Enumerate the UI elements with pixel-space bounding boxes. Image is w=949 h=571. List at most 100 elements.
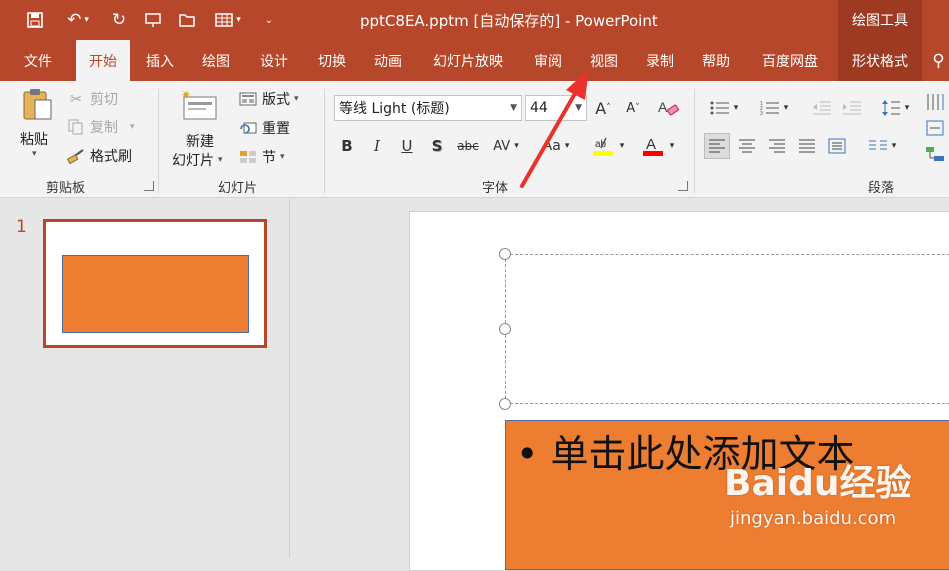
section-button[interactable]: 节 ▾ — [238, 147, 285, 167]
strikethrough-button[interactable]: abc — [454, 133, 482, 159]
font-name-dropdown-icon[interactable]: ▼ — [510, 103, 517, 113]
svg-text:3: 3 — [760, 111, 763, 116]
align-center-icon[interactable] — [734, 133, 760, 159]
cut-label: 剪切 — [90, 92, 118, 108]
tab-review[interactable]: 审阅 — [522, 40, 574, 81]
customize-icon[interactable]: ⌄ — [258, 8, 280, 32]
increase-indent-icon[interactable] — [840, 95, 864, 121]
ribbon-tabs: 文件 开始 插入 绘图 设计 切换 动画 幻灯片放映 审阅 视图 录制 帮助 百… — [0, 40, 949, 81]
new-slide-line1[interactable]: 新建 — [186, 131, 214, 151]
underline-button[interactable]: U — [396, 133, 418, 159]
open-icon[interactable] — [174, 8, 200, 32]
reset-button[interactable]: 重置 — [238, 118, 290, 138]
baidu-watermark: Baidu经验 — [724, 463, 912, 504]
group-divider — [158, 89, 159, 193]
align-text-icon[interactable] — [924, 115, 946, 141]
numbering-dropdown-icon: ▾ — [783, 103, 789, 113]
tab-animations[interactable]: 动画 — [362, 40, 414, 81]
tab-insert[interactable]: 插入 — [134, 40, 186, 81]
font-name-value: 等线 Light (标题) — [339, 101, 450, 117]
new-slide-icon[interactable]: ✷ — [180, 87, 220, 125]
tab-help[interactable]: 帮助 — [690, 40, 742, 81]
save-icon[interactable] — [22, 8, 48, 32]
decrease-indent-icon[interactable] — [810, 95, 834, 121]
columns-dropdown-icon: ▾ — [891, 141, 897, 151]
font-color-dropdown-icon: ▾ — [669, 141, 675, 151]
undo-icon[interactable]: ↶ ▾ — [58, 8, 98, 32]
tab-transitions[interactable]: 切换 — [306, 40, 358, 81]
text-direction-icon[interactable] — [924, 89, 946, 115]
shadow-button[interactable]: S — [426, 133, 448, 159]
justify-icon[interactable] — [794, 133, 820, 159]
svg-text:A: A — [658, 99, 668, 115]
title-placeholder[interactable] — [505, 254, 949, 404]
font-color-button[interactable]: A ▾ — [638, 133, 678, 159]
clear-format-icon[interactable]: A — [656, 95, 682, 121]
tab-home[interactable]: 开始 — [76, 40, 130, 81]
tab-record[interactable]: 录制 — [634, 40, 686, 81]
tab-view[interactable]: 视图 — [578, 40, 630, 81]
font-launcher-icon[interactable] — [678, 181, 688, 191]
align-right-icon[interactable] — [764, 133, 790, 159]
resize-handle[interactable] — [499, 323, 511, 335]
title-bar: ↶ ▾ ↻ ▾ ⌄ pptC8EA.pptm [自动保存的] - PowerPoi… — [0, 0, 949, 40]
font-size-value: 44 — [530, 100, 548, 116]
slide-number: 1 — [16, 217, 27, 237]
format-painter-button[interactable]: 格式刷 — [66, 146, 132, 166]
clipboard-launcher-icon[interactable] — [144, 181, 154, 191]
lightbulb-icon[interactable]: ⚲ — [928, 40, 949, 81]
paste-dropdown-icon[interactable]: ▾ — [32, 149, 37, 159]
cut-button[interactable]: ✂ 剪切 — [66, 89, 118, 109]
columns-button[interactable]: ▾ — [860, 133, 904, 159]
highlight-button[interactable]: ab ▾ — [588, 133, 628, 159]
numbering-button[interactable]: 123 ▾ — [754, 95, 794, 121]
tab-baidu-netdisk[interactable]: 百度网盘 — [748, 40, 832, 81]
bullets-dropdown-icon: ▾ — [733, 103, 739, 113]
distributed-icon[interactable] — [824, 133, 850, 159]
paste-button[interactable]: 粘贴 — [20, 129, 48, 149]
char-spacing-button[interactable]: AV ▾ — [486, 133, 526, 159]
shrink-font-button[interactable]: A ˅ — [622, 95, 644, 121]
char-spacing-dropdown-icon: ▾ — [514, 141, 519, 151]
tab-design[interactable]: 设计 — [248, 40, 300, 81]
bullets-button[interactable]: ▾ — [704, 95, 744, 121]
change-case-button[interactable]: Aa ▾ — [536, 133, 576, 159]
grow-font-label: A — [595, 98, 607, 118]
reset-label: 重置 — [262, 121, 290, 137]
shrink-font-arrow-icon: ˅ — [635, 103, 640, 113]
highlighter-icon: ab — [592, 137, 613, 156]
tab-shape-format[interactable]: 形状格式 — [838, 40, 922, 81]
grow-font-button[interactable]: A ˄ — [592, 95, 614, 121]
scissors-icon: ✂ — [69, 90, 83, 108]
italic-button[interactable]: I — [366, 133, 388, 159]
align-left-icon[interactable] — [704, 133, 730, 159]
shrink-font-label: A — [626, 100, 636, 116]
new-slide-button[interactable]: 幻灯片 ▾ — [172, 150, 223, 170]
resize-handle[interactable] — [499, 248, 511, 260]
smartart-icon[interactable] — [924, 141, 946, 167]
bold-button[interactable]: B — [336, 133, 358, 159]
clipboard-group-label: 剪贴板 — [46, 181, 86, 196]
present-icon[interactable] — [140, 8, 166, 32]
section-dropdown-icon: ▾ — [280, 152, 285, 162]
font-name-combo[interactable]: 等线 Light (标题) ▼ — [334, 95, 522, 121]
tab-draw[interactable]: 绘图 — [190, 40, 242, 81]
tab-file[interactable]: 文件 — [10, 40, 66, 81]
slide-thumbnail[interactable] — [43, 219, 267, 348]
grow-font-arrow-icon: ˄ — [606, 103, 611, 113]
resize-handle[interactable] — [499, 398, 511, 410]
line-spacing-button[interactable]: ▾ — [874, 95, 916, 121]
layout-button[interactable]: 版式 ▾ — [238, 89, 299, 109]
font-size-dropdown-icon[interactable]: ▼ — [575, 103, 582, 113]
font-size-combo[interactable]: 44 ▼ — [525, 95, 587, 121]
tab-slideshow[interactable]: 幻灯片放映 — [420, 40, 516, 81]
baidu-watermark-url: jingyan.baidu.com — [730, 508, 897, 529]
thumbnail-shape — [62, 255, 249, 333]
copy-button[interactable]: 复制 ▾ — [66, 117, 135, 137]
group-divider — [324, 89, 325, 193]
redo-icon[interactable]: ↻ — [106, 8, 132, 32]
table-icon[interactable]: ▾ — [206, 8, 250, 32]
paste-icon[interactable] — [18, 87, 56, 121]
svg-text:✷: ✷ — [181, 89, 191, 102]
reset-icon — [238, 121, 258, 135]
